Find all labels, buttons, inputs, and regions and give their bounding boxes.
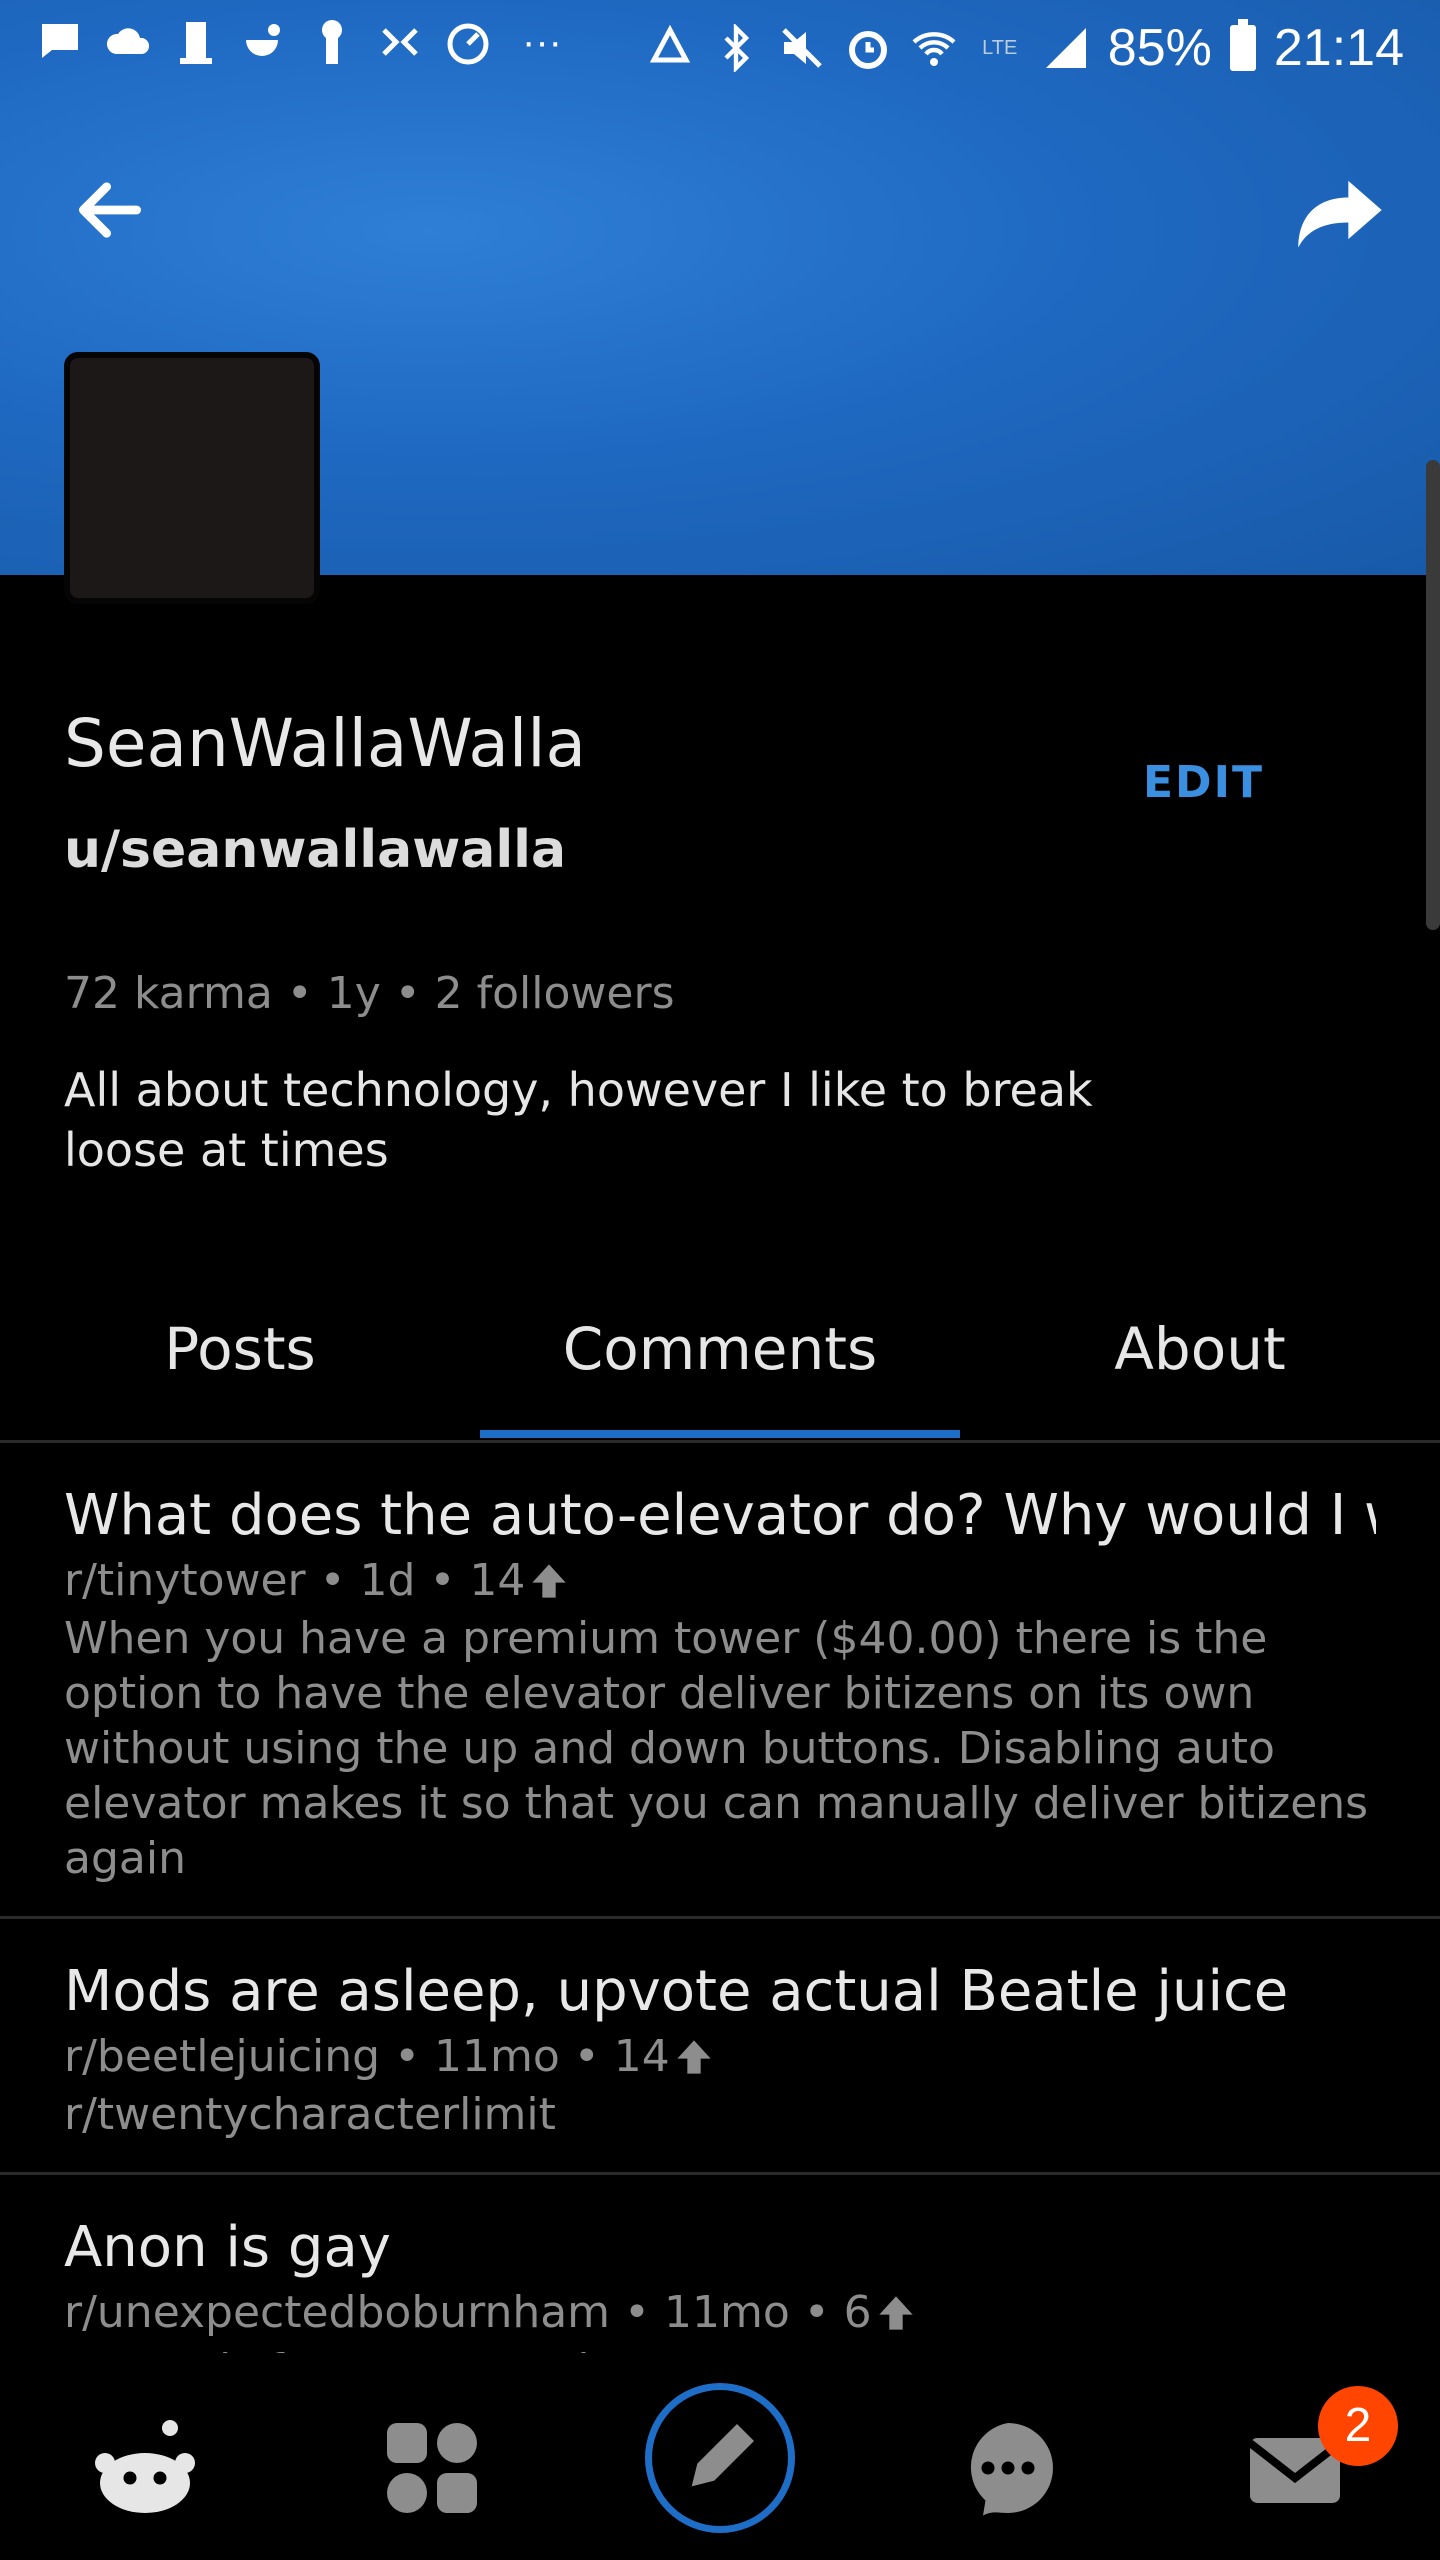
tab-posts[interactable]: Posts — [0, 1315, 480, 1383]
mute-icon — [778, 24, 826, 72]
comment-body: It stands for My Face When — [64, 2343, 1376, 2353]
tab-comments[interactable]: Comments — [480, 1315, 960, 1383]
building-icon — [172, 18, 220, 66]
game-icon — [376, 18, 424, 66]
upvote-icon — [529, 1557, 569, 1598]
status-right-icons: LTE 85% 21:14 — [646, 18, 1404, 78]
home-icon[interactable] — [85, 2408, 205, 2528]
inbox-badge: 2 — [1318, 2386, 1398, 2466]
more-icon: ··· — [522, 20, 562, 64]
speedometer-icon — [444, 18, 492, 66]
communities-icon[interactable] — [372, 2408, 492, 2528]
alarm-icon — [844, 24, 892, 72]
status-bar: ··· LTE 85% 21:14 — [0, 0, 1440, 100]
message-icon — [36, 18, 84, 66]
cloud-icon — [104, 18, 152, 66]
bluetooth-icon — [712, 22, 760, 74]
create-post-button[interactable] — [645, 2383, 795, 2533]
display-name: SeanWallaWalla — [64, 705, 586, 782]
comment-title: What does the auto-elevator do? Why woul… — [64, 1483, 1376, 1548]
recycle-icon — [646, 24, 694, 72]
upvote-icon — [876, 2289, 916, 2330]
comment-title: Mods are asleep, upvote actual Beatle ju… — [64, 1959, 1289, 2024]
edit-button[interactable]: EDIT — [1143, 757, 1264, 808]
battery-percent: 85% — [1107, 19, 1212, 77]
active-tab-indicator — [480, 1430, 960, 1438]
clock: 21:14 — [1273, 19, 1404, 77]
username: u/seanwallawalla — [64, 820, 567, 880]
lte-icon: LTE — [982, 37, 1018, 59]
status-left-icons: ··· — [36, 18, 572, 66]
back-arrow-icon[interactable] — [70, 170, 150, 250]
share-icon[interactable] — [1290, 160, 1390, 260]
upvote-icon — [674, 2033, 714, 2074]
list-item[interactable]: Mods are asleep, upvote actual Beatle ju… — [0, 1919, 1440, 2175]
list-item[interactable]: What does the auto-elevator do? Why woul… — [0, 1443, 1440, 1919]
comment-body: r/twentycharacterlimit — [64, 2089, 556, 2140]
wifi-icon — [910, 24, 958, 72]
comment-body: When you have a premium tower ($40.00) t… — [64, 1613, 1369, 1884]
signal-icon — [1042, 24, 1090, 72]
profile-tabs: Posts Comments About — [0, 1290, 1440, 1443]
avatar[interactable] — [64, 352, 320, 604]
comments-list[interactable]: What does the auto-elevator do? Why woul… — [0, 1443, 1440, 2353]
comment-meta: r/tinytower • 1d • 14 — [64, 1551, 1376, 1611]
profile-stats: 72 karma • 1y • 2 followers — [64, 968, 675, 1019]
tab-about[interactable]: About — [960, 1315, 1440, 1383]
profile-bio: All about technology, however I like to … — [64, 1063, 1093, 1177]
scrollbar[interactable] — [1426, 460, 1440, 930]
pencil-icon — [691, 2424, 754, 2487]
bottom-navigation — [0, 2353, 1440, 2560]
comment-meta: r/beetlejuicing • 11mo • 14 — [64, 2027, 1376, 2087]
list-item[interactable]: Anon is gay r/unexpectedboburnham • 11mo… — [0, 2175, 1440, 2353]
comment-title: Anon is gay — [64, 2215, 391, 2280]
chat-icon[interactable] — [948, 2408, 1068, 2528]
battery-icon — [1229, 19, 1256, 71]
tea-icon — [240, 18, 288, 66]
person-icon — [308, 18, 356, 66]
comment-meta: r/unexpectedboburnham • 11mo • 6 — [64, 2283, 1376, 2343]
